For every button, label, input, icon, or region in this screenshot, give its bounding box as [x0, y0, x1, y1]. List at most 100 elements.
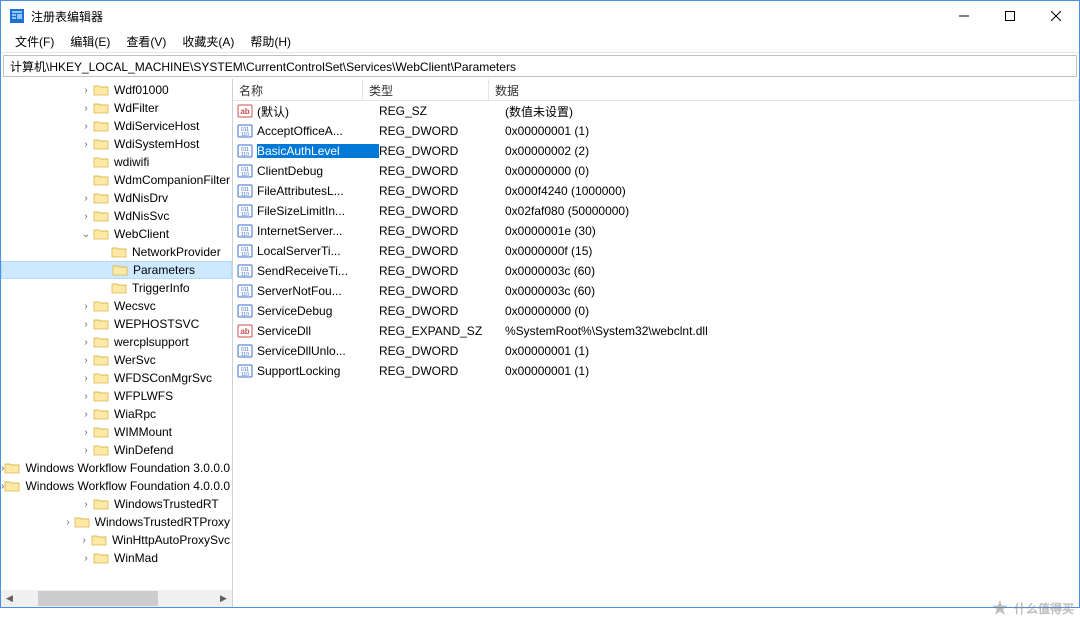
chevron-right-icon[interactable]: ›: [79, 371, 93, 385]
tree-node-wiarpc[interactable]: ›WiaRpc: [1, 405, 232, 423]
star-icon: ★: [992, 598, 1008, 619]
value-row[interactable]: 011110ServiceDebugREG_DWORD0x00000000 (0…: [233, 301, 1079, 321]
scroll-thumb[interactable]: [38, 591, 158, 606]
binary-value-icon: 011110: [237, 123, 253, 139]
tree-node-wecsvc[interactable]: ›Wecsvc: [1, 297, 232, 315]
horizontal-scrollbar[interactable]: ◀ ▶: [1, 590, 232, 607]
tree-node-windowstrustedrt[interactable]: ›WindowsTrustedRT: [1, 495, 232, 513]
close-button[interactable]: [1033, 1, 1079, 31]
chevron-right-icon[interactable]: ›: [79, 335, 93, 349]
tree-node-wfplwfs[interactable]: › WFPLWFS: [1, 387, 232, 405]
folder-icon: [93, 119, 109, 133]
tree-node-wdfilter[interactable]: ›WdFilter: [1, 99, 232, 117]
binary-value-icon: 011110: [237, 223, 253, 239]
menu-edit[interactable]: 编辑(E): [62, 31, 118, 52]
binary-value-icon: 011110: [237, 243, 253, 259]
column-type[interactable]: 类型: [363, 79, 489, 100]
value-row[interactable]: 011110LocalServerTi...REG_DWORD0x0000000…: [233, 241, 1079, 261]
tree-label: WindowsTrustedRTProxy: [93, 515, 232, 529]
chevron-right-icon[interactable]: ›: [79, 83, 93, 97]
value-row[interactable]: 011110AcceptOfficeA...REG_DWORD0x0000000…: [233, 121, 1079, 141]
tree-node-windefend[interactable]: ›WinDefend: [1, 441, 232, 459]
tree-node-wersvc[interactable]: ›WerSvc: [1, 351, 232, 369]
scroll-right-button[interactable]: ▶: [215, 590, 232, 607]
tree-node-wdf01000[interactable]: ›Wdf01000: [1, 81, 232, 99]
chevron-down-icon[interactable]: ⌄: [79, 227, 93, 241]
binary-value-icon: 011110: [237, 143, 253, 159]
value-data: 0x0000000f (15): [505, 244, 1079, 258]
minimize-button[interactable]: [941, 1, 987, 31]
chevron-right-icon[interactable]: ›: [79, 407, 93, 421]
tree-node-wfdsconmgrsvc[interactable]: ›WFDSConMgrSvc: [1, 369, 232, 387]
value-row[interactable]: 011110BasicAuthLevelREG_DWORD0x00000002 …: [233, 141, 1079, 161]
menu-help[interactable]: 帮助(H): [242, 31, 299, 52]
chevron-right-icon[interactable]: ›: [79, 191, 93, 205]
column-name[interactable]: 名称: [233, 79, 363, 100]
value-row[interactable]: 011110ClientDebugREG_DWORD0x00000000 (0): [233, 161, 1079, 181]
value-row[interactable]: 011110FileSizeLimitIn...REG_DWORD0x02faf…: [233, 201, 1079, 221]
chevron-right-icon[interactable]: ›: [79, 137, 93, 151]
values-list[interactable]: ab(默认)REG_SZ(数值未设置)011110AcceptOfficeA..…: [233, 101, 1079, 607]
menu-favorites[interactable]: 收藏夹(A): [174, 31, 242, 52]
value-data: 0x0000003c (60): [505, 264, 1079, 278]
chevron-right-icon[interactable]: ›: [79, 425, 93, 439]
chevron-right-icon[interactable]: ›: [79, 353, 93, 367]
value-row[interactable]: abServiceDllREG_EXPAND_SZ%SystemRoot%\Sy…: [233, 321, 1079, 341]
value-row[interactable]: 011110FileAttributesL...REG_DWORD0x000f4…: [233, 181, 1079, 201]
tree-scroll[interactable]: ›Wdf01000›WdFilter›WdiServiceHost›WdiSys…: [1, 79, 232, 590]
value-row[interactable]: 011110ServerNotFou...REG_DWORD0x0000003c…: [233, 281, 1079, 301]
scroll-left-button[interactable]: ◀: [1, 590, 18, 607]
chevron-right-icon[interactable]: ›: [79, 101, 93, 115]
value-data: (数值未设置): [505, 103, 1079, 120]
maximize-button[interactable]: [987, 1, 1033, 31]
folder-icon: [93, 155, 109, 169]
binary-value-icon: 011110: [237, 183, 253, 199]
tree-node-wimmount[interactable]: ›WIMMount: [1, 423, 232, 441]
tree-node-wdisystemhost[interactable]: ›WdiSystemHost: [1, 135, 232, 153]
tree-node-webclient[interactable]: ⌄ WebClient: [1, 225, 232, 243]
value-row[interactable]: 011110InternetServer...REG_DWORD0x000000…: [233, 221, 1079, 241]
chevron-right-icon[interactable]: ›: [63, 515, 74, 529]
tree-node-windowstrustedrtproxy[interactable]: › WindowsTrustedRTProxy: [1, 513, 232, 531]
folder-icon: [93, 335, 109, 349]
chevron-right-icon[interactable]: ›: [79, 443, 93, 457]
value-data: 0x0000003c (60): [505, 284, 1079, 298]
titlebar: 注册表编辑器: [1, 1, 1079, 31]
menu-file[interactable]: 文件(F): [7, 31, 62, 52]
menu-view[interactable]: 查看(V): [118, 31, 174, 52]
tree-node-triggerinfo[interactable]: TriggerInfo: [1, 279, 232, 297]
chevron-right-icon[interactable]: ›: [79, 497, 93, 511]
tree-label: WFPLWFS: [112, 389, 175, 403]
tree-node-parameters[interactable]: Parameters: [1, 261, 232, 279]
chevron-right-icon[interactable]: ›: [79, 209, 93, 223]
value-data: 0x00000000 (0): [505, 164, 1079, 178]
tree-node-wdiservicehost[interactable]: ›WdiServiceHost: [1, 117, 232, 135]
regedit-icon: [9, 8, 25, 24]
chevron-right-icon[interactable]: ›: [77, 533, 91, 547]
value-row[interactable]: 011110SendReceiveTi...REG_DWORD0x0000003…: [233, 261, 1079, 281]
tree-node-windows-workflow-foundation-4-0-0-0[interactable]: ›Windows Workflow Foundation 4.0.0.0: [1, 477, 232, 495]
value-row[interactable]: 011110ServiceDllUnlo...REG_DWORD0x000000…: [233, 341, 1079, 361]
tree-node-networkprovider[interactable]: NetworkProvider: [1, 243, 232, 261]
tree-node-wdnisdrv[interactable]: ›WdNisDrv: [1, 189, 232, 207]
chevron-right-icon[interactable]: ›: [79, 317, 93, 331]
chevron-right-icon[interactable]: ›: [79, 299, 93, 313]
tree-node-wdiwifi[interactable]: wdiwifi: [1, 153, 232, 171]
tree-node-wdmcompanionfilter[interactable]: WdmCompanionFilter: [1, 171, 232, 189]
value-row[interactable]: 011110SupportLockingREG_DWORD0x00000001 …: [233, 361, 1079, 381]
tree-node-winhttpautoproxysvc[interactable]: ›WinHttpAutoProxySvc: [1, 531, 232, 549]
chevron-right-icon[interactable]: ›: [79, 551, 93, 565]
value-row[interactable]: ab(默认)REG_SZ(数值未设置): [233, 101, 1079, 121]
tree-node-wephostsvc[interactable]: ›WEPHOSTSVC: [1, 315, 232, 333]
tree-node-windows-workflow-foundation-3-0-0-0[interactable]: ›Windows Workflow Foundation 3.0.0.0: [1, 459, 232, 477]
address-bar[interactable]: 计算机\HKEY_LOCAL_MACHINE\SYSTEM\CurrentCon…: [3, 55, 1077, 77]
tree-label: WebClient: [112, 227, 171, 241]
column-data[interactable]: 数据: [489, 79, 1079, 100]
scroll-track[interactable]: [18, 590, 215, 607]
tree-node-wercplsupport[interactable]: ›wercplsupport: [1, 333, 232, 351]
tree-node-wdnissvc[interactable]: ›WdNisSvc: [1, 207, 232, 225]
value-type: REG_DWORD: [379, 164, 505, 178]
chevron-right-icon[interactable]: ›: [79, 119, 93, 133]
tree-node-winmad[interactable]: ›WinMad: [1, 549, 232, 567]
chevron-right-icon[interactable]: ›: [79, 389, 93, 403]
